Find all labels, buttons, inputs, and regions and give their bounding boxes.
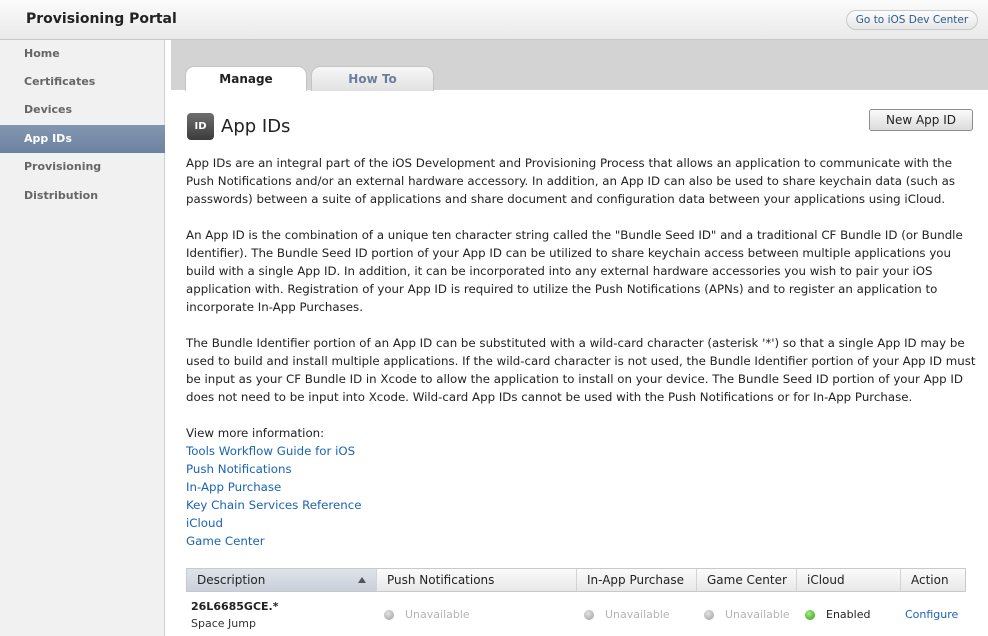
column-header-description-label: Description — [197, 573, 266, 587]
sidebar: Home Certificates Devices App IDs Provis… — [0, 40, 165, 636]
bundle-seed-paragraph: An App ID is the combination of a unique… — [186, 228, 963, 314]
column-header-push-notifications[interactable]: Push Notifications — [377, 569, 577, 591]
go-to-dev-center-button[interactable]: Go to iOS Dev Center — [846, 10, 978, 30]
iap-status-dot-icon — [584, 610, 594, 620]
sidebar-item-home[interactable]: Home — [0, 40, 165, 68]
column-header-in-app-purchase[interactable]: In-App Purchase — [577, 569, 697, 591]
link-game-center[interactable]: Game Center — [186, 534, 265, 548]
game-center-status-dot-icon — [704, 610, 714, 620]
portal-title: Provisioning Portal — [26, 11, 177, 27]
sidebar-item-app-ids[interactable]: App IDs — [0, 125, 165, 153]
app-id-value: 26L6685GCE.* — [191, 600, 279, 613]
sidebar-item-provisioning[interactable]: Provisioning — [0, 153, 165, 181]
push-status: Unavailable — [405, 608, 470, 621]
top-header: Provisioning Portal Go to iOS Dev Center — [0, 0, 988, 40]
icloud-status-dot-icon — [805, 610, 815, 620]
link-push-notifications[interactable]: Push Notifications — [186, 462, 292, 476]
new-app-id-button[interactable]: New App ID — [869, 109, 973, 131]
column-header-icloud[interactable]: iCloud — [797, 569, 901, 591]
configure-link[interactable]: Configure — [905, 608, 958, 621]
page-title: App IDs — [221, 116, 291, 137]
app-id-icon: ID — [187, 113, 214, 140]
column-header-description[interactable]: Description — [187, 569, 377, 591]
sidebar-item-devices[interactable]: Devices — [0, 96, 165, 124]
sidebar-item-distribution[interactable]: Distribution — [0, 182, 165, 210]
wildcard-paragraph: The Bundle Identifier portion of an App … — [186, 336, 976, 404]
sort-ascending-icon — [358, 577, 366, 583]
table-row: 26L6685GCE.* Space Jump Unavailable Unav… — [186, 592, 966, 636]
column-header-game-center[interactable]: Game Center — [697, 569, 797, 591]
link-in-app-purchase[interactable]: In-App Purchase — [186, 480, 281, 494]
more-info-label: View more information: — [186, 426, 325, 440]
game-center-status: Unavailable — [725, 608, 790, 621]
icloud-status: Enabled — [826, 608, 871, 621]
intro-paragraph: App IDs are an integral part of the iOS … — [186, 156, 956, 206]
link-tools-workflow-guide[interactable]: Tools Workflow Guide for iOS — [186, 444, 355, 458]
link-key-chain-services[interactable]: Key Chain Services Reference — [186, 498, 361, 512]
sidebar-item-certificates[interactable]: Certificates — [0, 68, 165, 96]
app-id-name: Space Jump — [191, 617, 256, 630]
iap-status: Unavailable — [605, 608, 670, 621]
tab-manage[interactable]: Manage — [185, 66, 307, 91]
tab-how-to[interactable]: How To — [311, 66, 434, 91]
column-header-action[interactable]: Action — [901, 569, 965, 591]
app-ids-table-header: Description Push Notifications In-App Pu… — [186, 568, 966, 592]
push-status-dot-icon — [384, 610, 394, 620]
link-icloud[interactable]: iCloud — [186, 516, 223, 530]
